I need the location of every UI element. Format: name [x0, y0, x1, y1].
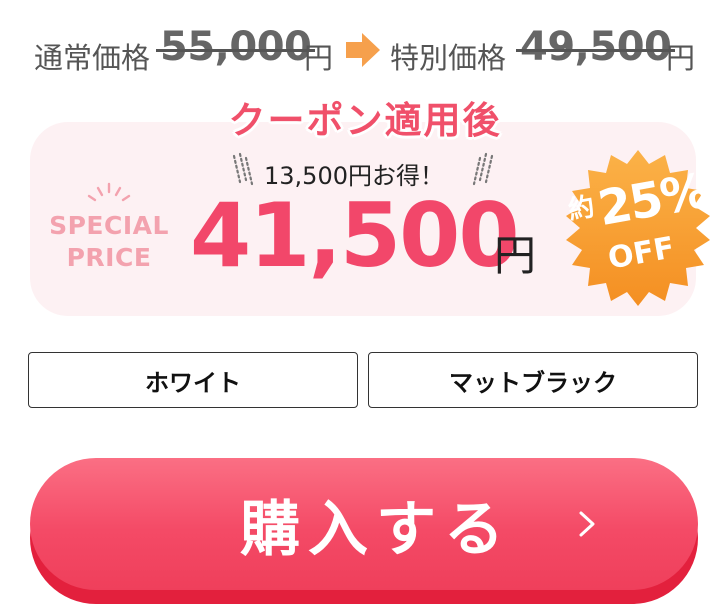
- savings-line: 13,500円お得！: [230, 152, 496, 190]
- regular-price-label: 通常価格: [34, 41, 151, 75]
- special-price-value: 49,500: [516, 24, 676, 70]
- buy-button[interactable]: 購入する: [30, 458, 698, 590]
- strikethrough-line: [516, 49, 676, 52]
- chevron-right-icon: [579, 511, 595, 537]
- discount-badge: 約 25% OFF: [556, 146, 720, 310]
- deco-left-icon: [232, 152, 254, 186]
- discounted-price: 41,500: [190, 184, 520, 287]
- right-arrow-icon: [346, 33, 380, 67]
- sparkle-icon: [87, 182, 131, 202]
- buy-button-label: 購入する: [240, 494, 512, 565]
- special-price-label: 特別価格: [390, 41, 507, 75]
- discounted-price-unit: 円: [494, 231, 537, 280]
- special-price-mark: SPECIAL PRICE: [44, 180, 174, 280]
- special-label: SPECIAL: [49, 211, 169, 240]
- regular-price-value: 55,000: [156, 24, 316, 70]
- strikethrough-line: [156, 49, 316, 52]
- color-option-matte-black[interactable]: マットブラック: [368, 352, 698, 408]
- color-option-white[interactable]: ホワイト: [28, 352, 358, 408]
- price-label: PRICE: [66, 243, 152, 272]
- coupon-title: クーポン適用後: [228, 99, 502, 142]
- deco-right-icon: [472, 152, 494, 186]
- regular-price-unit: 円: [304, 41, 334, 75]
- special-price-unit: 円: [666, 41, 696, 75]
- price-comparison: 通常価格 55,000 円 特別価格 49,500 円: [0, 22, 727, 78]
